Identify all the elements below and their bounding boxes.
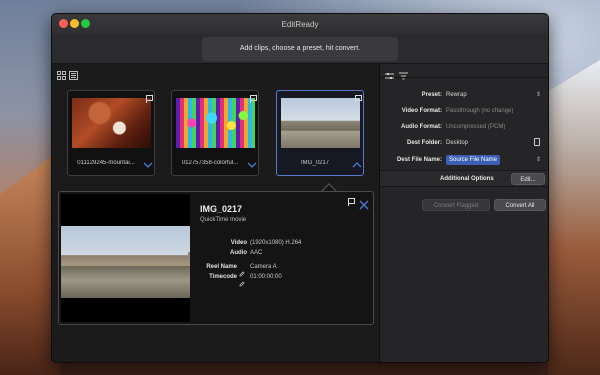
video-preview[interactable] [61, 194, 190, 322]
pencil-icon[interactable] [239, 274, 245, 287]
additional-options-row: Additional Options Edit... [380, 170, 548, 187]
preset-select[interactable]: Rewrap [446, 92, 467, 98]
clip-name: IMG_0217 [300, 160, 330, 166]
minimize-window-button[interactable] [70, 19, 79, 28]
pencil-icon[interactable] [239, 264, 245, 277]
clip-thumbnail-selected[interactable]: IMG_0217 [276, 90, 364, 176]
audio-format-label: Audio Format: [401, 124, 442, 130]
convert-flagged-button[interactable]: Convert Flagged [422, 199, 490, 211]
chevron-down-icon[interactable] [247, 162, 257, 168]
clip-preview-image [72, 98, 151, 148]
chevron-up-icon[interactable] [352, 162, 362, 168]
clip-thumbnail[interactable]: 011129245-mountai... [67, 90, 155, 176]
dest-folder-value[interactable]: Desktop [446, 140, 468, 146]
timecode-value[interactable]: 01:00:00:00 [250, 274, 282, 280]
flag-icon[interactable] [146, 95, 153, 103]
preview-scrubber-handle[interactable] [188, 252, 190, 260]
title-bar: EditReady [52, 14, 548, 34]
additional-options-label: Additional Options [440, 176, 494, 182]
video-frame [61, 226, 190, 298]
video-value: (1920x1080) H.264 [250, 240, 302, 246]
reel-name-value[interactable]: Camera A [250, 264, 277, 270]
reel-name-label: Reel Name [206, 264, 237, 270]
audio-value: AAC [250, 250, 263, 256]
detail-filetype: QuickTime movie [200, 217, 247, 223]
close-icon[interactable] [359, 197, 369, 210]
toolbar: Add clips, choose a preset, hit convert. [52, 34, 548, 64]
zoom-window-button[interactable] [81, 19, 90, 28]
instruction-banner: Add clips, choose a preset, hit convert. [202, 37, 398, 61]
edit-options-button[interactable]: Edit... [511, 173, 545, 185]
flag-icon[interactable] [348, 198, 355, 206]
source-file-name-token[interactable]: Source File Name [446, 155, 500, 165]
preset-label: Preset: [421, 92, 442, 98]
clip-name: 011129245-mountai... [77, 160, 135, 166]
settings-pane: Preset: Rewrap ⇕ Video Format: Passthrou… [380, 64, 548, 362]
flag-icon[interactable] [250, 95, 257, 103]
window-title: EditReady [281, 20, 319, 29]
filter-icon[interactable] [399, 67, 408, 80]
flag-icon[interactable] [355, 95, 362, 103]
settings-tabs [380, 64, 548, 80]
video-format-select[interactable]: Passthrough (no change) [446, 108, 513, 114]
clip-preview-image [281, 98, 360, 148]
app-window: EditReady Add clips, choose a preset, hi… [51, 13, 549, 363]
clip-name: 012757358-colorful... [181, 160, 239, 166]
sliders-icon[interactable] [385, 67, 394, 79]
close-window-button[interactable] [59, 19, 68, 28]
video-format-label: Video Format: [401, 108, 442, 114]
document-icon[interactable] [534, 138, 540, 146]
chevron-down-icon[interactable] [143, 162, 153, 168]
clip-browser: 011129245-mountai... 012757358-colorful.… [52, 64, 379, 362]
updown-chevron-icon[interactable]: ⇕ [536, 91, 541, 98]
dest-folder-label: Dest Folder: [406, 140, 442, 146]
dest-file-name-label: Dest File Name: [396, 157, 442, 163]
clip-preview-image [176, 98, 255, 148]
audio-label: Audio [230, 250, 247, 256]
video-label: Video [230, 240, 247, 246]
updown-chevron-icon[interactable]: ⇕ [536, 156, 541, 163]
desktop-mountain-right [548, 60, 600, 375]
timecode-label: Timecode [209, 274, 237, 280]
clip-detail-popover: IMG_0217 QuickTime movie Video (1920x108… [58, 191, 374, 325]
clip-thumbnail[interactable]: 012757358-colorful... [171, 90, 259, 176]
grid-view-icon[interactable] [57, 71, 66, 80]
audio-format-select[interactable]: Uncompressed (PCM) [446, 124, 505, 130]
list-view-icon[interactable] [69, 71, 78, 80]
convert-all-button[interactable]: Convert All [494, 199, 546, 211]
detail-filename: IMG_0217 [200, 204, 243, 214]
